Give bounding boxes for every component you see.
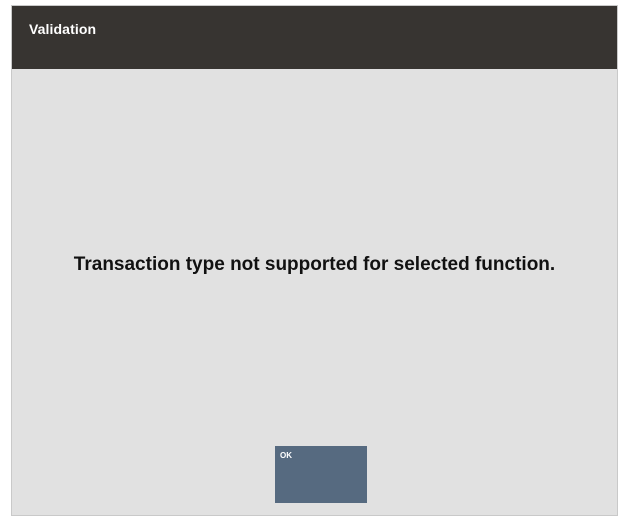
validation-message: Transaction type not supported for selec…: [73, 254, 556, 275]
ok-button-label: OK: [280, 451, 292, 460]
ok-button[interactable]: OK: [275, 446, 367, 503]
dialog-title: Validation: [29, 21, 97, 37]
validation-dialog: Validation Transaction type not supporte…: [11, 5, 618, 516]
dialog-titlebar: Validation: [12, 6, 617, 69]
